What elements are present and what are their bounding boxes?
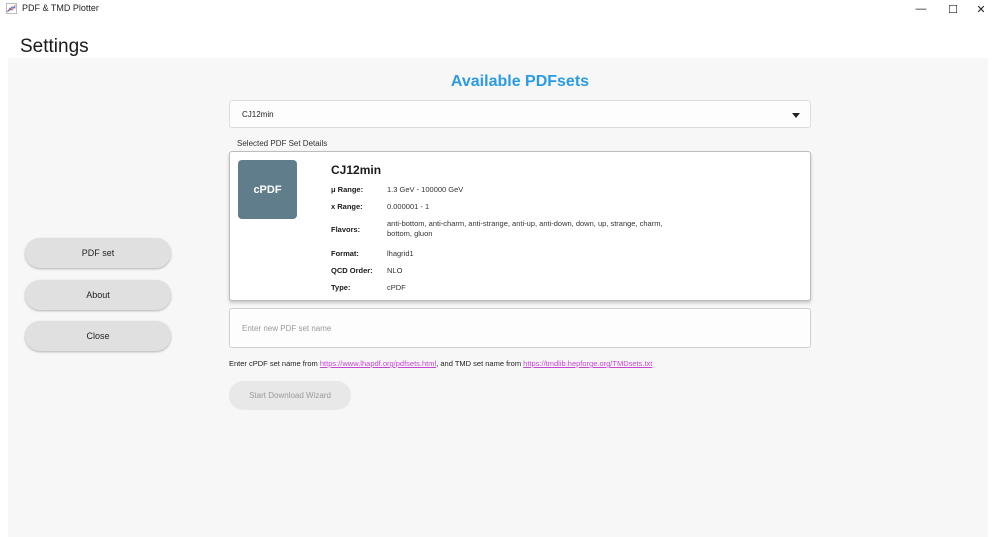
available-pdfsets-title: Available PDFsets xyxy=(450,73,590,90)
qcd-order-row: QCD Order: NLO xyxy=(331,266,402,276)
format-row: Format: lhagrid1 xyxy=(331,249,414,259)
pdf-type-badge: cPDF xyxy=(238,160,297,219)
app-chart-icon xyxy=(6,3,17,14)
x-range-label: x Range: xyxy=(331,202,363,211)
type-row: Type: cPDF xyxy=(331,283,406,293)
mu-range-row: μ Range: 1.3 GeV - 100000 GeV xyxy=(331,185,463,195)
about-button[interactable]: About xyxy=(25,280,171,310)
maximize-button[interactable]: ☐ xyxy=(938,0,968,18)
qcd-order-value: NLO xyxy=(387,266,403,275)
pdfset-name: CJ12min xyxy=(331,163,382,177)
page-title: Settings xyxy=(20,36,89,57)
pdfset-select[interactable]: CJ12min xyxy=(229,100,811,128)
qcd-order-label: QCD Order: xyxy=(331,266,373,275)
format-value: lhagrid1 xyxy=(387,249,414,258)
lhapdf-link[interactable]: https://www.lhapdf.org/pdfsets.html xyxy=(320,359,436,368)
mu-range-value: 1.3 GeV - 100000 GeV xyxy=(387,185,464,194)
details-label: Selected PDF Set Details xyxy=(237,139,328,148)
pdfset-select-value: CJ12min xyxy=(242,110,274,119)
hint-text: Enter cPDF set name from https://www.lha… xyxy=(229,359,652,368)
x-range-row: x Range: 0.000001 - 1 xyxy=(331,202,429,212)
minimize-button[interactable]: — xyxy=(906,0,936,18)
new-pdfset-name-input[interactable] xyxy=(229,308,811,348)
x-range-value: 0.000001 - 1 xyxy=(387,202,430,211)
pdf-set-button[interactable]: PDF set xyxy=(25,238,171,268)
flavors-label: Flavors: xyxy=(331,224,361,234)
mu-range-label: μ Range: xyxy=(331,185,364,194)
type-label: Type: xyxy=(331,283,351,292)
flavors-row: Flavors: anti-bottom, anti-charm, anti-s… xyxy=(331,219,677,239)
pdfset-details-card: cPDF CJ12min μ Range: 1.3 GeV - 100000 G… xyxy=(229,151,811,301)
format-label: Format: xyxy=(331,249,359,258)
start-download-wizard-button[interactable]: Start Download Wizard xyxy=(229,381,351,409)
window-title: PDF & TMD Plotter xyxy=(22,3,99,13)
hint-middle: , and TMD set name from xyxy=(436,359,524,368)
window-close-button[interactable]: ✕ xyxy=(966,0,995,18)
chevron-down-icon xyxy=(792,113,800,118)
type-value: cPDF xyxy=(387,283,406,292)
flavors-value: anti-bottom, anti-charm, anti-strange, a… xyxy=(387,219,663,238)
tmdlib-link[interactable]: https://tmdlib.hepforge.org/TMDsets.txt xyxy=(523,359,652,368)
close-button[interactable]: Close xyxy=(25,321,171,351)
hint-prefix: Enter cPDF set name from xyxy=(229,359,320,368)
title-bar: PDF & TMD Plotter — ☐ ✕ xyxy=(0,0,995,18)
